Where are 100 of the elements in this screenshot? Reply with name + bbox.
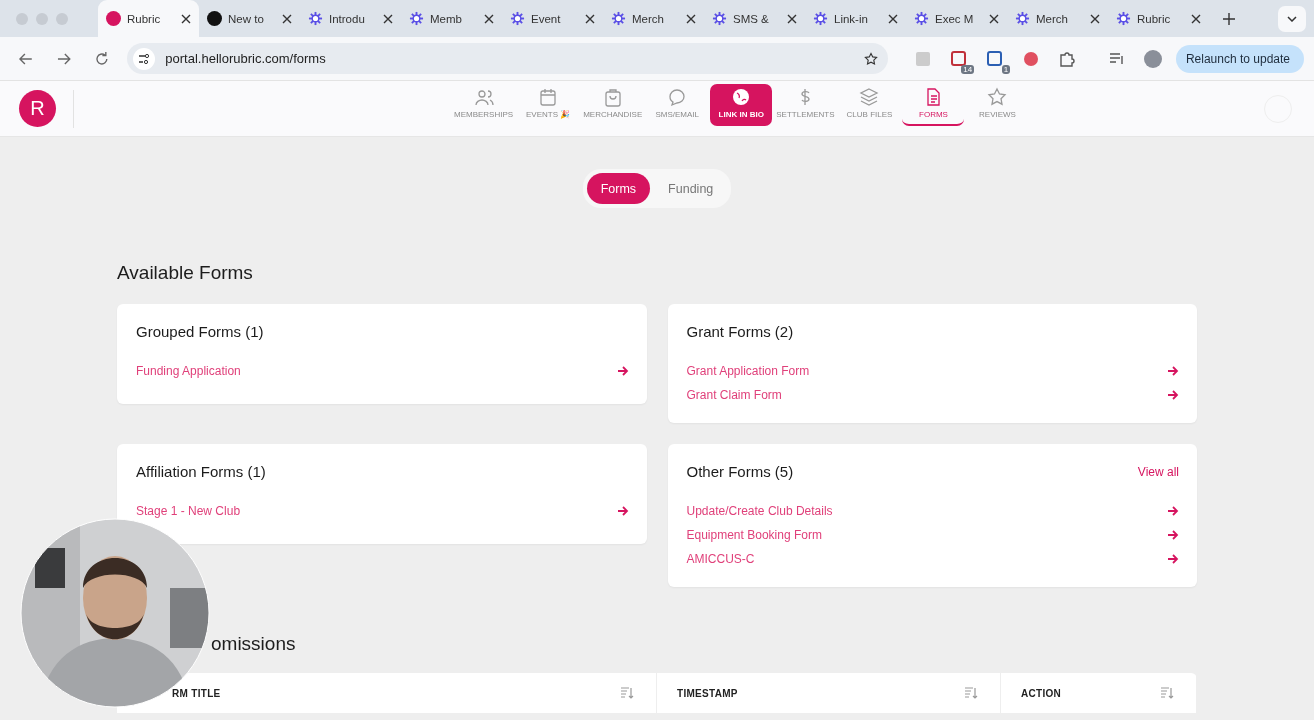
tab-title: Introdu [329,12,366,25]
reload-icon[interactable] [93,50,110,67]
sparkle-icon [813,11,828,26]
card-title: Grant Forms (2) [686,323,794,340]
nav-tab[interactable]: MEMBERSHIPS [452,84,516,126]
bookmark-star-icon[interactable] [864,51,879,66]
sparkle-icon [409,11,424,26]
site-settings-icon[interactable] [133,47,156,70]
tab-title: Memb [430,12,463,25]
sparkle-icon [1015,11,1030,26]
nav-tab[interactable]: REVIEWS [966,84,1029,126]
segment-button[interactable]: Funding [654,173,728,204]
close-icon[interactable] [181,13,191,24]
form-link[interactable]: AMICCUS-C [686,552,755,566]
puzzle-icon[interactable] [1058,49,1077,68]
close-icon[interactable] [888,13,898,24]
url-text: portal.hellorubric.com/forms [165,51,327,66]
segment-button[interactable]: Forms [586,173,651,204]
form-link[interactable]: Funding Application [136,364,241,378]
arrow-right-icon[interactable] [1167,389,1179,401]
browser-tab[interactable]: SMS & [704,0,805,37]
tab-title: SMS & [733,12,770,25]
tab-title: Link-in [834,12,869,25]
sparkle-icon [611,11,626,26]
shopping-bag-icon [602,87,623,107]
form-link[interactable]: Update/Create Club Details [686,504,833,518]
form-link[interactable]: Grant Claim Form [686,388,782,402]
app-logo[interactable]: R [19,90,56,127]
arrow-right-icon[interactable] [1167,365,1179,377]
tab-title: Merch [1036,12,1069,25]
form-link[interactable]: Stage 1 - New Club [136,504,241,518]
people-icon [473,87,494,107]
sparkle-icon [712,11,727,26]
sparkle-icon [308,11,323,26]
browser-tab[interactable]: Introdu [300,0,401,37]
calendar-icon [538,87,559,107]
arrow-right-icon[interactable] [1167,505,1179,517]
globe-icon [731,87,752,107]
rubric-logo-icon [106,11,121,26]
logo-icon [207,11,222,26]
browser-tab[interactable]: Link-in [805,0,906,37]
layers-icon [859,87,880,107]
view-all-link[interactable]: View all [1137,464,1179,479]
nav-tab[interactable]: MERCHANDISE [581,84,645,126]
nav-tab[interactable]: LINK IN BIO [710,84,773,126]
tab-title: Merch [632,12,665,25]
browser-tab[interactable]: New to [199,0,300,37]
profile-avatar[interactable] [1144,49,1162,68]
form-link[interactable]: Equipment Booking Form [686,528,822,542]
extension-badge: 1 [1001,64,1011,74]
relaunch-button[interactable]: Relaunch to update [1175,44,1304,73]
tab-title: Exec M [935,12,975,25]
close-icon[interactable] [1191,13,1201,24]
close-icon[interactable] [282,13,292,24]
browser-tab[interactable]: Event [502,0,603,37]
close-icon[interactable] [383,13,393,24]
tab-title: Rubric [127,12,162,25]
arrow-right-icon[interactable] [1167,529,1179,541]
close-icon[interactable] [787,13,797,24]
new-tab-icon[interactable] [1223,12,1235,25]
column-heading: TIMESTAMP [677,687,738,699]
close-icon[interactable] [686,13,696,24]
browser-tab[interactable]: Exec M [906,0,1007,37]
nav-tab[interactable]: CLUB FILES [838,84,901,126]
arrow-right-icon[interactable] [616,365,629,377]
tab-menu-button[interactable] [1278,5,1306,32]
arrow-right-icon[interactable] [1167,553,1179,565]
arrow-right-icon[interactable] [616,505,629,517]
nav-tab[interactable]: SETTLEMENTS [774,84,837,126]
extension-icon[interactable] [950,49,969,68]
browser-tab[interactable]: Merch [1007,0,1108,37]
sparkle-icon [914,11,929,26]
address-bar[interactable]: portal.hellorubric.com/forms [127,43,889,74]
column-heading: ACTION [1021,687,1062,699]
tab-title: Event [531,12,562,25]
sparkle-icon [1116,11,1131,26]
extension-icon[interactable] [986,49,1005,68]
chevron-down-icon [1287,15,1297,22]
browser-tab[interactable]: Rubric [1108,0,1209,37]
extension-icon[interactable] [1022,49,1041,68]
close-icon[interactable] [484,13,494,24]
tab-title: New to [228,12,265,25]
card-title: Other Forms (5) [686,463,794,480]
nav-tab[interactable]: FORMS [902,84,965,126]
star-icon [987,87,1008,107]
extension-badge: 14 [961,64,975,74]
tab-title: Rubric [1137,12,1172,25]
section-heading: omissions [211,633,297,655]
browser-tab[interactable]: Merch [603,0,704,37]
close-icon[interactable] [585,13,595,24]
sparkle-icon [510,11,525,26]
chat-bubble-icon [667,87,688,107]
close-icon[interactable] [1090,13,1100,24]
nav-tab[interactable]: SMS/EMAIL [646,84,709,126]
browser-tab[interactable]: Memb [401,0,502,37]
browser-tab[interactable]: Rubric [98,0,199,37]
section-heading: Available Forms [117,262,254,284]
close-icon[interactable] [989,13,999,24]
form-link[interactable]: Grant Application Form [686,364,810,378]
nav-tab[interactable]: EVENTS 🎉 [517,84,580,126]
